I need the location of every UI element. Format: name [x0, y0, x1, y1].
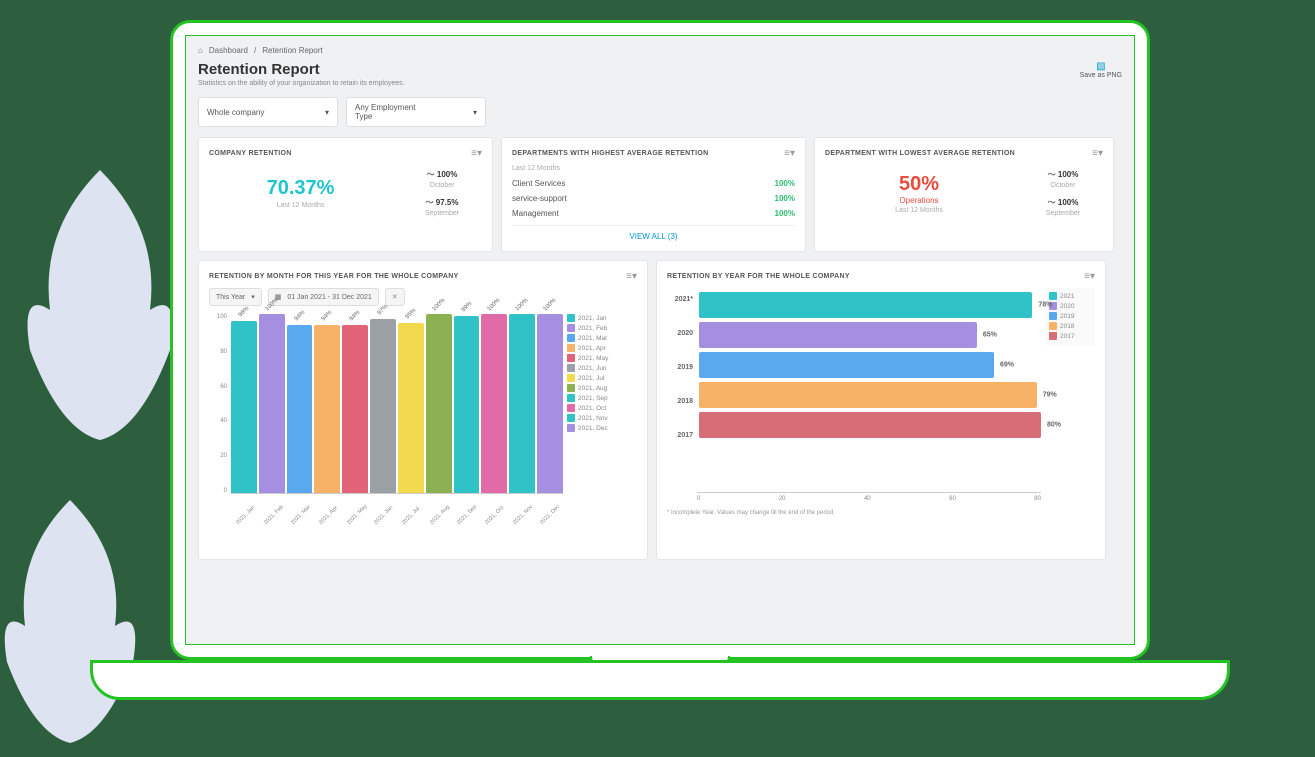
- legend-item[interactable]: 2021, Jan: [567, 314, 637, 322]
- trend-up-icon: 〜: [426, 198, 436, 207]
- trend-up-icon: 〜: [1048, 170, 1058, 179]
- card-lowest-retention: DEPARTMENT WITH LOWEST AVERAGE RETENTION…: [814, 137, 1114, 252]
- card-menu-icon[interactable]: ≡▾: [471, 148, 482, 159]
- retention-value: 70.37%: [209, 177, 392, 200]
- page-title: Retention Report: [198, 61, 405, 78]
- chevron-down-icon: ▾: [325, 108, 329, 117]
- year-select[interactable]: This Year▾: [209, 288, 262, 306]
- home-icon[interactable]: ⌂: [198, 46, 203, 55]
- legend-item[interactable]: 2021: [1049, 292, 1091, 300]
- card-company-retention: COMPANY RETENTION ≡▾ 70.37% Last 12 Mont…: [198, 137, 493, 252]
- chart-bar[interactable]: 94%: [287, 325, 313, 493]
- chart-bar[interactable]: 96%: [231, 321, 257, 493]
- chart-bar[interactable]: 100%: [426, 314, 452, 493]
- view-all-link[interactable]: VIEW ALL (3): [512, 225, 795, 241]
- card-menu-icon[interactable]: ≡▾: [1084, 271, 1095, 282]
- card-menu-icon[interactable]: ≡▾: [784, 148, 795, 159]
- breadcrumb-dashboard[interactable]: Dashboard: [209, 46, 248, 55]
- employment-type-select[interactable]: Any Employment Type ▾: [346, 97, 486, 127]
- chart-bar[interactable]: 69%: [699, 352, 994, 378]
- clear-date-button[interactable]: ✕: [385, 288, 405, 306]
- chevron-down-icon: ▾: [473, 108, 477, 117]
- legend-item[interactable]: 2021, Nov: [567, 414, 637, 422]
- chart-bar[interactable]: 100%: [509, 314, 535, 493]
- chart-bar[interactable]: 80%: [699, 412, 1041, 438]
- legend-item[interactable]: 2021, Oct: [567, 404, 637, 412]
- trend-up-icon: 〜: [427, 170, 437, 179]
- legend-item[interactable]: 2021, Apr: [567, 344, 637, 352]
- trend-up-icon: 〜: [1048, 198, 1058, 207]
- scope-select[interactable]: Whole company ▾: [198, 97, 338, 127]
- legend-item[interactable]: 2018: [1049, 322, 1091, 330]
- page-subtitle: Statistics on the ability of your organi…: [198, 80, 405, 87]
- lowest-value: 50%: [825, 173, 1013, 196]
- dept-row: Management100%: [512, 206, 795, 221]
- chart-bar[interactable]: 99%: [454, 316, 480, 493]
- breadcrumb: ⌂ Dashboard / Retention Report: [198, 46, 1122, 55]
- chart-bar[interactable]: 100%: [481, 314, 507, 493]
- card-menu-icon[interactable]: ≡▾: [626, 271, 637, 282]
- legend-item[interactable]: 2021, May: [567, 354, 637, 362]
- chart-bar[interactable]: 97%: [370, 319, 396, 493]
- legend-item[interactable]: 2021, Jun: [567, 364, 637, 372]
- legend-item[interactable]: 2021, Feb: [567, 324, 637, 332]
- dept-row: service-support100%: [512, 191, 795, 206]
- legend-item[interactable]: 2021, Sep: [567, 394, 637, 402]
- legend-item[interactable]: 2020: [1049, 302, 1091, 310]
- breadcrumb-current: Retention Report: [262, 46, 322, 55]
- chart-bar[interactable]: 78%: [699, 292, 1032, 318]
- legend-item[interactable]: 2021, Jul: [567, 374, 637, 382]
- legend-item[interactable]: 2021, Dec: [567, 424, 637, 432]
- card-retention-by-month: RETENTION BY MONTH FOR THIS YEAR FOR THE…: [198, 260, 648, 560]
- legend-item[interactable]: 2019: [1049, 312, 1091, 320]
- save-as-png-button[interactable]: ▧ Save as PNG: [1080, 61, 1122, 79]
- chart-bar[interactable]: 79%: [699, 382, 1037, 408]
- date-range-picker[interactable]: ▦01 Jan 2021 - 31 Dec 2021: [268, 288, 379, 306]
- legend-item[interactable]: 2021, Aug: [567, 384, 637, 392]
- chart-bar[interactable]: 65%: [699, 322, 977, 348]
- chevron-down-icon: ▾: [251, 293, 255, 301]
- chart-bar[interactable]: 94%: [342, 325, 368, 493]
- chart-bar[interactable]: 95%: [398, 323, 424, 493]
- dept-row: Client Services100%: [512, 176, 795, 191]
- card-retention-by-year: RETENTION BY YEAR FOR THE WHOLE COMPANY …: [656, 260, 1106, 560]
- card-menu-icon[interactable]: ≡▾: [1092, 148, 1103, 159]
- chart-bar[interactable]: 94%: [314, 325, 340, 493]
- legend-item[interactable]: 2021, Mar: [567, 334, 637, 342]
- card-highest-retention: DEPARTMENTS WITH HIGHEST AVERAGE RETENTI…: [501, 137, 806, 252]
- legend-item[interactable]: 2017: [1049, 332, 1091, 340]
- chart-bar[interactable]: 100%: [537, 314, 563, 493]
- chart-bar[interactable]: 100%: [259, 314, 285, 493]
- image-icon: ▧: [1080, 61, 1122, 72]
